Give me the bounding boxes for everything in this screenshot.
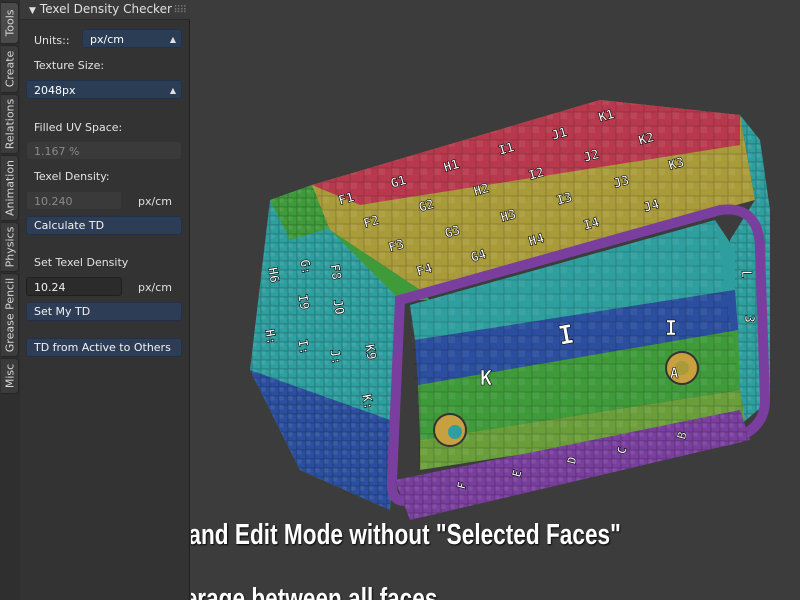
texel-density-value: 10.240 bbox=[34, 195, 73, 208]
tab-tools[interactable]: Tools bbox=[1, 2, 19, 44]
set-texel-density-input[interactable]: 10.24 bbox=[26, 277, 122, 296]
tab-physics-label: Physics bbox=[3, 226, 16, 268]
tool-tab-strip: Tools Create Relations Animation Physics… bbox=[0, 0, 21, 600]
set-texel-density-unit: px/cm bbox=[138, 281, 172, 294]
panel-header[interactable]: ▼ Texel Density Checker ⠿⠿ bbox=[20, 0, 190, 20]
caption-text: In Object Mode and Edit Mode without "Se… bbox=[191, 519, 621, 600]
tab-animation[interactable]: Animation bbox=[1, 155, 19, 221]
units-select[interactable]: px/cm ▲ bbox=[82, 29, 182, 48]
updown-arrows-icon: ▲ bbox=[169, 86, 176, 95]
texel-density-field: 10.240 bbox=[26, 191, 122, 210]
texture-size-label: Texture Size: bbox=[34, 59, 105, 72]
checker-label: I: bbox=[294, 338, 311, 356]
tab-tools-label: Tools bbox=[3, 9, 16, 37]
set-texel-density-value: 10.24 bbox=[34, 281, 66, 294]
units-label: Units:: bbox=[34, 34, 70, 47]
units-select-value: px/cm bbox=[90, 33, 124, 46]
checker-label: H: bbox=[261, 328, 278, 346]
tab-misc-label: Misc bbox=[3, 363, 16, 389]
checker-label: H6 bbox=[264, 266, 282, 284]
updown-arrows-icon: ▲ bbox=[169, 35, 176, 44]
tab-relations[interactable]: Relations bbox=[1, 94, 19, 154]
drag-grip-icon[interactable]: ⠿⠿ bbox=[173, 1, 187, 20]
tab-grease-pencil[interactable]: Grease Pencil bbox=[1, 273, 19, 357]
3d-viewport[interactable]: J1 K1 I1 H1 G1 F1 J2 K2 I2 H2 G2 F2 J3 K… bbox=[191, 0, 800, 600]
collapse-triangle-icon[interactable]: ▼ bbox=[29, 6, 36, 16]
set-my-td-button[interactable]: Set My TD bbox=[26, 302, 182, 321]
checker-label: A bbox=[670, 366, 679, 382]
checker-label: J0 bbox=[329, 298, 347, 316]
set-texel-density-label: Set Texel Density bbox=[34, 256, 129, 269]
checker-label: G: bbox=[296, 258, 313, 276]
checker-label: K9 bbox=[361, 343, 378, 361]
checker-label: I9 bbox=[294, 293, 311, 311]
checker-label: K bbox=[480, 366, 492, 390]
panel-title: Texel Density Checker bbox=[39, 2, 172, 16]
filled-uv-field: 1.167 % bbox=[26, 141, 182, 160]
texel-density-unit: px/cm bbox=[138, 195, 172, 208]
tab-create-label: Create bbox=[3, 50, 16, 88]
uv-checker-model: J1 K1 I1 H1 G1 F1 J2 K2 I2 H2 G2 F2 J3 K… bbox=[250, 100, 771, 520]
tab-relations-label: Relations bbox=[3, 98, 16, 150]
texture-size-value: 2048px bbox=[34, 84, 76, 97]
texture-size-select[interactable]: 2048px ▲ bbox=[26, 80, 182, 99]
checker-label: 3 bbox=[741, 315, 756, 323]
td-from-active-button[interactable]: TD from Active to Others bbox=[26, 338, 182, 357]
checker-label: K: bbox=[358, 393, 375, 411]
checker-label: I bbox=[665, 316, 677, 340]
tab-misc[interactable]: Misc bbox=[1, 358, 19, 394]
tab-create[interactable]: Create bbox=[1, 45, 19, 93]
tab-grease-pencil-label: Grease Pencil bbox=[3, 277, 16, 353]
checker-label: J: bbox=[326, 348, 343, 366]
texel-density-label: Texel Density: bbox=[34, 170, 110, 183]
checker-label: L bbox=[738, 270, 753, 278]
texel-density-panel: ▼ Texel Density Checker ⠿⠿ Units:: px/cm … bbox=[20, 0, 190, 600]
checker-label: F8 bbox=[326, 263, 344, 281]
filled-uv-label: Filled UV Space: bbox=[34, 121, 123, 134]
filled-uv-value: 1.167 % bbox=[34, 145, 80, 158]
tab-animation-label: Animation bbox=[3, 159, 16, 217]
tab-physics[interactable]: Physics bbox=[1, 222, 19, 272]
calculate-td-button[interactable]: Calculate TD bbox=[26, 216, 182, 235]
